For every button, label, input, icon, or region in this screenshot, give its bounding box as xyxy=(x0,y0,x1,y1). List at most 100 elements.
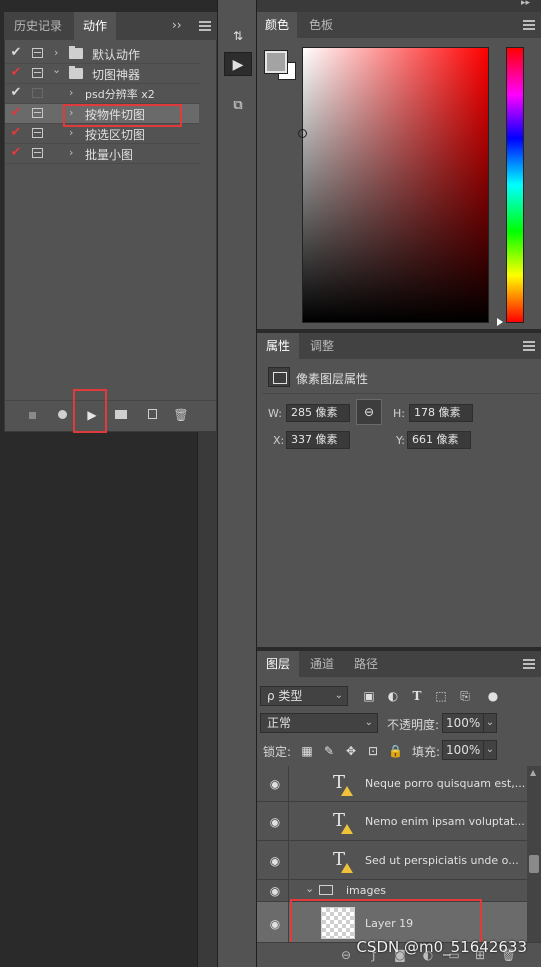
toggle-item-check-icon[interactable]: ✔ xyxy=(8,105,24,123)
eye-icon[interactable]: ◉ xyxy=(267,917,283,931)
layer-row[interactable]: ◉ T Nemo enim ipsam voluptat... xyxy=(257,802,527,841)
record-icon[interactable] xyxy=(51,404,73,426)
chevron-right-icon[interactable]: › xyxy=(69,126,73,139)
collapse-panel-icon[interactable]: ›› xyxy=(172,18,182,32)
tab-actions[interactable]: 动作 xyxy=(74,12,116,40)
lock-artboard-icon[interactable]: ⊡ xyxy=(366,744,380,758)
dialog-toggle-icon[interactable] xyxy=(32,88,43,98)
warning-icon xyxy=(341,824,353,834)
color-picker-field[interactable] xyxy=(302,47,489,323)
eye-icon[interactable]: ◉ xyxy=(267,854,283,868)
layer-name: Sed ut perspiciatis unde o... xyxy=(365,854,519,867)
x-field[interactable]: 337 像素 xyxy=(286,431,350,449)
action-row[interactable]: ✔ › 批量小图 xyxy=(5,144,199,164)
eye-icon[interactable]: ◉ xyxy=(267,777,283,791)
clone-source-icon[interactable]: ⧉ xyxy=(224,94,252,118)
toggle-item-check-icon[interactable]: ✔ xyxy=(8,65,24,83)
image-filter-icon[interactable]: ▣ xyxy=(362,689,376,703)
toggle-item-check-icon[interactable]: ✔ xyxy=(8,85,24,103)
expand-dock-icon[interactable]: ▸▸ xyxy=(521,0,530,8)
trash-icon[interactable]: 🗑 xyxy=(170,404,192,426)
tab-paths[interactable]: 路径 xyxy=(345,651,387,677)
shape-filter-icon[interactable]: ⬚ xyxy=(434,689,448,703)
dialog-toggle-icon[interactable] xyxy=(32,48,43,58)
highlight-box xyxy=(73,389,107,433)
blend-mode-select[interactable]: 正常 ⌄ xyxy=(260,713,378,733)
scroll-up-icon[interactable]: ▲ xyxy=(530,768,536,777)
action-set-row[interactable]: ✔ ⌄ 切图神器 xyxy=(5,63,199,84)
smart-object-filter-icon[interactable]: ⎘ xyxy=(458,689,472,703)
layer-name: Neque porro quisquam est,... xyxy=(365,777,526,790)
new-action-icon[interactable] xyxy=(141,404,163,426)
tool-strip: ⇅ ▶ ⧉ xyxy=(217,0,257,967)
link-layers-icon[interactable]: ⊖ xyxy=(339,948,353,962)
layers-scrollbar-thumb[interactable] xyxy=(529,855,539,873)
eye-icon[interactable]: ◉ xyxy=(267,815,283,829)
hue-slider-handle[interactable] xyxy=(497,318,503,326)
tab-layers[interactable]: 图层 xyxy=(257,651,299,677)
panel-menu-icon[interactable] xyxy=(199,21,211,31)
action-row[interactable]: ✔ › 按选区切图 xyxy=(5,124,199,144)
lock-position-icon[interactable]: ✥ xyxy=(344,744,358,758)
text-filter-icon[interactable]: T xyxy=(410,689,424,703)
layer-row[interactable]: ◉ T Sed ut perspiciatis unde o... xyxy=(257,841,527,880)
chevron-down-icon[interactable]: ⌄ xyxy=(52,63,61,76)
foreground-color-swatch[interactable] xyxy=(264,50,288,74)
properties-title: 像素图层属性 xyxy=(296,372,369,386)
layer-row[interactable]: ◉ T Neque porro quisquam est,... xyxy=(257,766,527,802)
opacity-field[interactable]: 100% xyxy=(442,713,484,733)
action-row[interactable]: ✔ › psd分辨率 x2 xyxy=(5,84,199,104)
height-field[interactable]: 178 像素 xyxy=(409,404,473,422)
chevron-right-icon[interactable]: › xyxy=(54,46,58,59)
dialog-toggle-icon[interactable] xyxy=(32,108,43,118)
left-dock-scroll-area xyxy=(197,432,217,967)
link-dimensions-icon[interactable]: ⊖ xyxy=(356,399,382,425)
dialog-toggle-icon[interactable] xyxy=(32,148,43,158)
new-set-icon[interactable] xyxy=(110,404,132,426)
dialog-toggle-icon[interactable] xyxy=(32,68,43,78)
fill-field[interactable]: 100% xyxy=(442,740,484,760)
layer-filter-select[interactable]: ρ 类型 ⌄ xyxy=(260,686,348,706)
panel-menu-icon[interactable] xyxy=(523,341,535,351)
action-set-row[interactable]: ✔ › 默认动作 xyxy=(5,44,199,64)
tab-color[interactable]: 颜色 xyxy=(257,12,297,38)
visibility-column-divider xyxy=(288,880,289,901)
toggle-item-check-icon[interactable]: ✔ xyxy=(8,125,24,143)
color-panel-tabbar: 颜色 色板 xyxy=(257,12,541,38)
tab-properties[interactable]: 属性 xyxy=(257,333,299,359)
tab-swatches[interactable]: 色板 xyxy=(301,12,341,38)
width-field[interactable]: 285 像素 xyxy=(286,404,350,422)
hue-slider[interactable] xyxy=(506,47,524,323)
tab-adjustments[interactable]: 调整 xyxy=(301,333,343,359)
stop-icon[interactable] xyxy=(21,404,43,426)
history-icon[interactable]: ⇅ xyxy=(224,24,252,48)
dialog-toggle-icon[interactable] xyxy=(32,128,43,138)
tab-channels[interactable]: 通道 xyxy=(301,651,343,677)
lock-transparency-icon[interactable]: ▦ xyxy=(300,744,314,758)
chevron-right-icon[interactable]: › xyxy=(69,86,73,99)
lock-all-icon[interactable]: 🔒 xyxy=(388,744,403,758)
filter-toggle-icon[interactable]: ● xyxy=(486,689,500,703)
dock-top-bar: ◂◂ ▸▸ xyxy=(217,0,541,12)
toggle-item-check-icon[interactable]: ✔ xyxy=(8,145,24,163)
warning-icon xyxy=(341,786,353,796)
y-field[interactable]: 661 像素 xyxy=(407,431,471,449)
lock-paint-icon[interactable]: ✎ xyxy=(322,744,336,758)
panel-menu-icon[interactable] xyxy=(523,20,535,30)
tab-history[interactable]: 历史记录 xyxy=(4,12,72,40)
color-picker-handle[interactable] xyxy=(298,129,307,138)
panel-menu-icon[interactable] xyxy=(523,659,535,669)
layers-scrollbar[interactable]: ▲ xyxy=(527,766,541,942)
chevron-right-icon[interactable]: › xyxy=(69,146,73,159)
chevron-down-icon[interactable]: ⌄ xyxy=(305,882,314,895)
divider xyxy=(262,393,541,394)
opacity-dropdown[interactable]: ⌄ xyxy=(483,713,497,733)
fill-dropdown[interactable]: ⌄ xyxy=(483,740,497,760)
adjustment-filter-icon[interactable]: ◐ xyxy=(386,689,400,703)
eye-icon[interactable]: ◉ xyxy=(267,884,283,898)
action-label: 按选区切图 xyxy=(85,128,146,142)
toggle-item-check-icon[interactable]: ✔ xyxy=(8,45,24,63)
actions-play-icon[interactable]: ▶ xyxy=(224,52,252,76)
opacity-label: 不透明度: xyxy=(387,718,440,732)
layers-panel-tabbar: 图层 通道 路径 xyxy=(257,651,541,677)
